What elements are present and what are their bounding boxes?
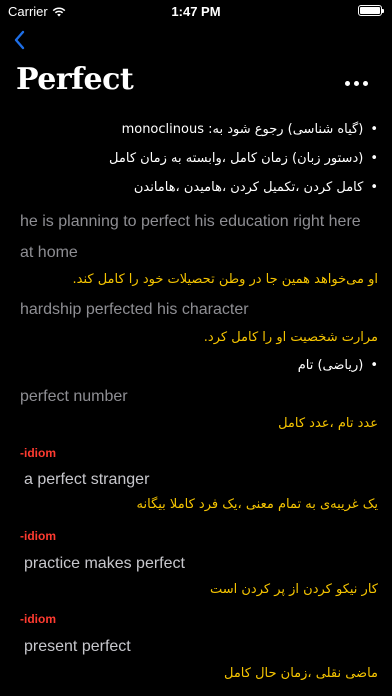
idiom-label: -idiom [20,446,56,460]
bullet-icon: • [370,358,378,373]
battery-icon [358,5,384,16]
clock: 1:47 PM [171,4,221,19]
sense-item: • (گیاه شناسی) رجوع شود به: monoclinous [122,122,378,137]
idiom-phrase: a perfect stranger [24,471,150,488]
idiom-label: -idiom [20,529,56,543]
bullet-icon: • [370,151,378,166]
example-english: perfect number [20,388,128,405]
idiom-translation: ماضی نقلی ،زمان حال کامل [223,666,378,681]
example-translation: او می‌خواهد همین جا در وطن تحصیلات خود ر… [72,272,379,287]
ellipsis-icon-dot [362,80,368,86]
idiom-phrase: practice makes perfect [24,555,185,572]
example-english: hardship perfected his character [20,301,249,318]
idiom-translation: کار نیکو کردن از پر کردن است [209,582,378,597]
sense-text: (گیاه شناسی) رجوع شود به: monoclinous [121,122,364,137]
more-button[interactable] [342,74,370,92]
chevron-left-icon [14,30,25,50]
status-bar: Carrier 1:47 PM [0,0,392,22]
ellipsis-icon-dot [353,80,359,86]
idiom-label: -idiom [20,612,56,626]
bullet-icon: • [370,180,378,195]
sense-text: کامل کردن ،تکمیل کردن ،هامیدن ،هاماندن [133,180,364,195]
ellipsis-icon-dot [344,80,350,86]
sense-item: • (دستور زبان) زمان کامل ،وابسته به زمان… [109,151,378,166]
sense-text: (ریاضی) تام [297,358,364,373]
sense-item: • کامل کردن ،تکمیل کردن ،هامیدن ،هاماندن [134,180,378,195]
example-translation: عدد تام ،عدد کامل [278,416,378,431]
example-english: he is planning to perfect his education … [20,213,361,230]
example-english: at home [20,244,78,261]
idiom-phrase: present perfect [24,638,131,655]
back-button[interactable] [8,28,32,52]
page-title: Perfect [16,62,134,97]
bullet-icon: • [370,122,378,137]
idiom-translation: یک غریبه‌ی به تمام معنی ،یک فرد کاملا بی… [136,497,378,512]
sense-item: • (ریاضی) تام [298,358,378,373]
sense-text: (دستور زبان) زمان کامل ،وابسته به زمان ک… [109,151,364,166]
example-translation: مرارت شخصیت او را کامل کرد. [203,330,378,345]
